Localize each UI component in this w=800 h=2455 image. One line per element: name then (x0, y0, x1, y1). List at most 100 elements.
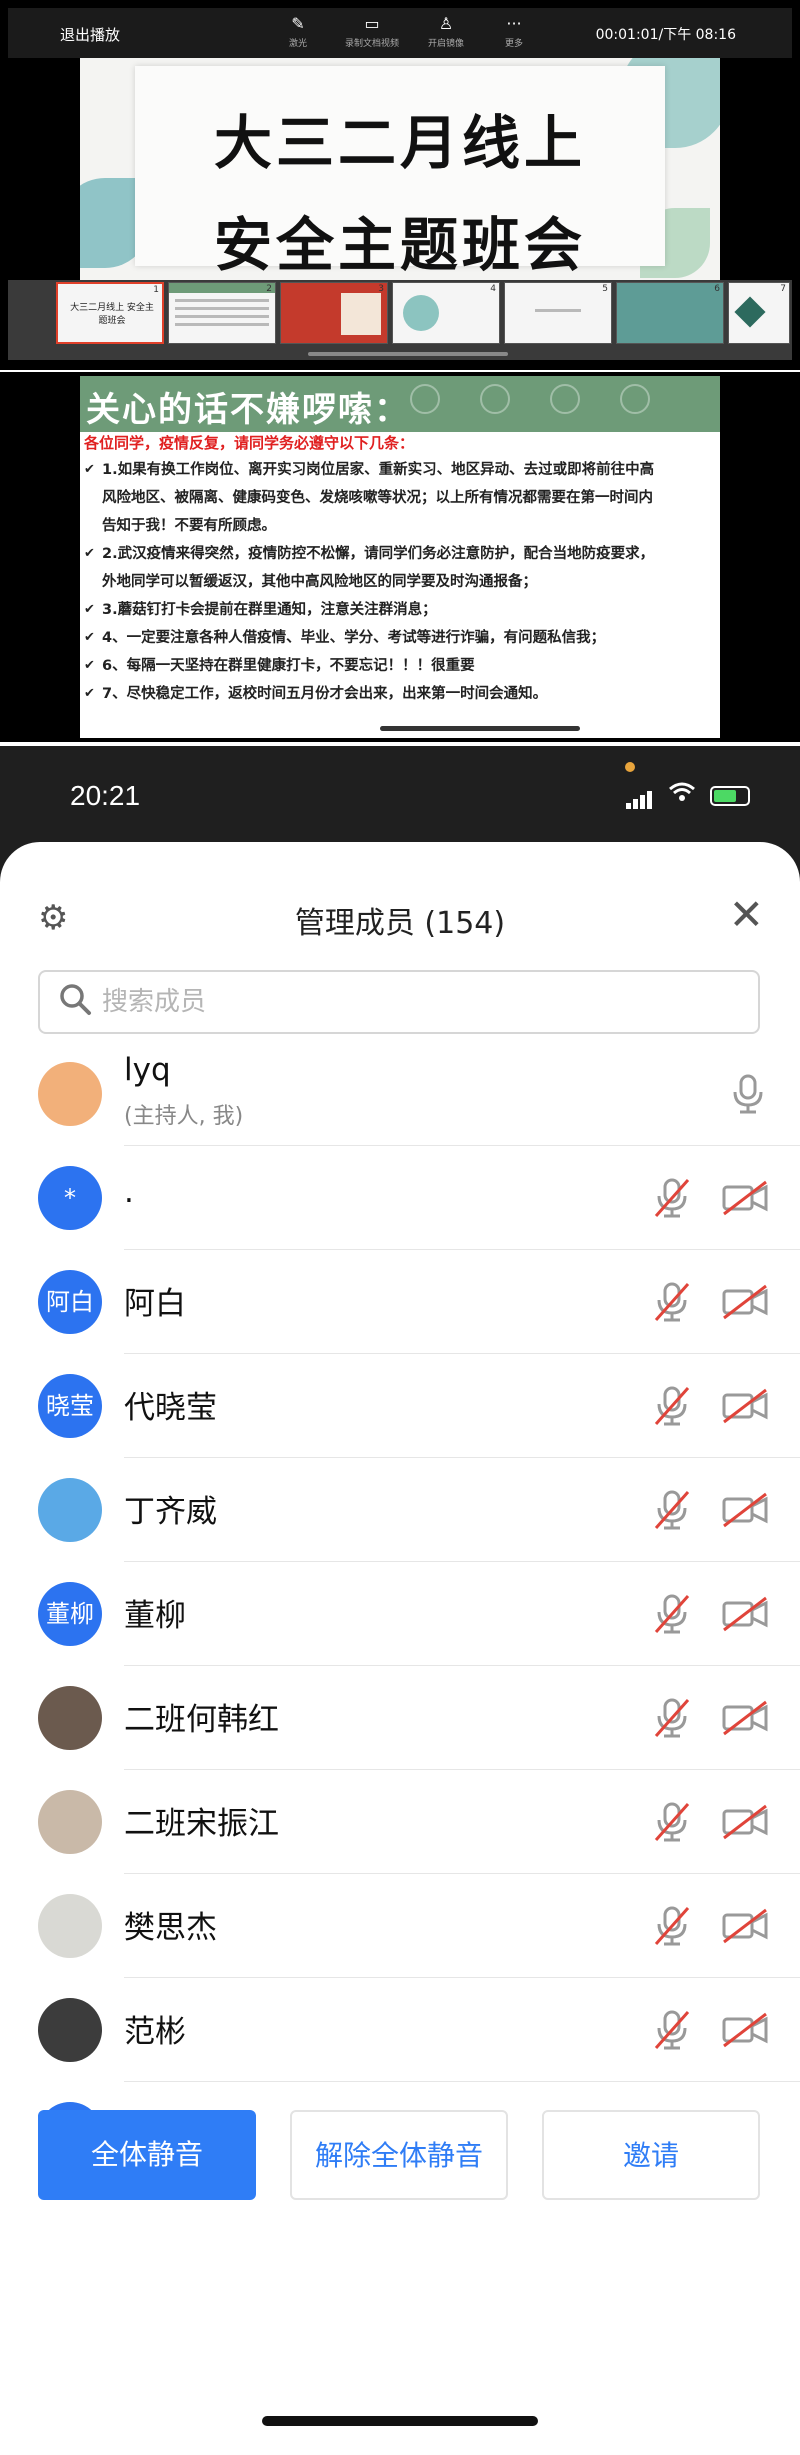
avatar: 董柳 (38, 1582, 102, 1646)
more-button[interactable]: ··· 更多 (474, 14, 554, 49)
search-input[interactable] (102, 980, 722, 1024)
laser-tool-button[interactable]: ✎ 激光 (258, 14, 338, 49)
avatar-initials: * (64, 1184, 76, 1212)
avatar-initials: 阿白 (46, 1288, 94, 1316)
thumb-line (175, 323, 269, 326)
record-doc-video-button[interactable]: ▭ 录制文档视频 (332, 14, 412, 49)
member-row[interactable]: 董柳 董柳 (0, 1562, 800, 1666)
slide-content[interactable]: 关心的话不嫌啰嗦： 各位同学，疫情反复，请同学务必遵守以下几条： 1.如果有换工… (80, 376, 720, 738)
avatar-initials: 晓莹 (46, 1392, 94, 1420)
microphone-icon[interactable] (650, 1696, 694, 1740)
close-icon[interactable]: ✕ (729, 894, 764, 936)
list-item: 2.武汉疫情来得突然，疫情防控不松懈，请同学们务必注意防护，配合当地防疫要求， (82, 540, 712, 568)
member-name: . (124, 1174, 134, 1210)
member-row[interactable]: 樊思杰 (0, 1874, 800, 1978)
thumbnail-scrollbar[interactable] (308, 352, 508, 356)
slide-title-line1: 大三二月线上 (213, 109, 586, 177)
member-list[interactable]: lyq (主持人, 我) * . 阿白 阿白 晓莹 代晓莹 丁齐威 董柳 董柳 … (0, 1042, 800, 2112)
thumbnail-strip[interactable]: 1 大三二月线上 安全主题班会 2 3 4 5 6 7 (8, 280, 792, 360)
slide-thumbnail[interactable]: 4 (392, 282, 500, 344)
camera-icon[interactable] (720, 1904, 770, 1948)
slide-view: 关心的话不嫌啰嗦： 各位同学，疫情反复，请同学务必遵守以下几条： 1.如果有换工… (0, 372, 800, 742)
slide-heading: 关心的话不嫌啰嗦： (86, 390, 410, 430)
slide-thumbnail[interactable]: 2 (168, 282, 276, 344)
slide-thumbnail[interactable]: 1 大三二月线上 安全主题班会 (56, 282, 164, 344)
player-toolbar: 退出播放 ✎ 激光 ▭ 录制文档视频 ♙ 开启镜像 ··· 更多 00:01:0… (8, 8, 792, 58)
slide-thumbnail[interactable]: 7 (728, 282, 790, 344)
tool-label: 录制文档视频 (344, 39, 399, 49)
thumb-figure (403, 295, 439, 331)
member-row[interactable]: lyq (主持人, 我) (0, 1042, 800, 1146)
camera-icon[interactable] (720, 1592, 770, 1636)
camera-icon[interactable] (720, 1800, 770, 1844)
decoration-icon (550, 384, 580, 414)
slide-title-line2: 安全主题班会 (213, 211, 586, 279)
slide-thumbnail[interactable]: 5 (504, 282, 612, 344)
microphone-icon[interactable] (650, 2008, 694, 2052)
thumb-line (535, 309, 581, 312)
tool-label: 激光 (288, 39, 307, 49)
thumb-number: 4 (490, 284, 496, 294)
thumb-line (175, 315, 269, 318)
slide-title-card: 大三二月线上 安全主题班会 (135, 66, 665, 279)
microphone-icon[interactable] (650, 1592, 694, 1636)
avatar: 阿白 (38, 1270, 102, 1334)
search-icon (60, 984, 91, 1015)
member-name: 丁齐威 (124, 1494, 217, 1530)
mute-all-button[interactable]: 全体静音 (38, 2110, 256, 2200)
camera-icon[interactable] (720, 1696, 770, 1740)
thumb-number: 2 (266, 284, 272, 294)
tool-label: 更多 (504, 39, 523, 49)
microphone-icon[interactable] (650, 1904, 694, 1948)
thumb-line (175, 307, 269, 310)
camera-icon[interactable] (720, 2008, 770, 2052)
member-row[interactable]: 二班宋振江 (0, 1770, 800, 1874)
thumb-number: 6 (714, 284, 720, 294)
microphone-icon[interactable] (650, 1384, 694, 1428)
exit-playback-button[interactable]: 退出播放 (60, 24, 120, 45)
decoration-icon (480, 384, 510, 414)
member-name: 二班宋振江 (124, 1806, 279, 1842)
member-name: 范彬 (124, 2014, 186, 2050)
member-name: 樊思杰 (124, 1910, 217, 1946)
bottom-actions: 全体静音 解除全体静音 邀请 (0, 2110, 800, 2250)
avatar (38, 1686, 102, 1750)
avatar: 晓莹 (38, 1374, 102, 1438)
presentation-player: 退出播放 ✎ 激光 ▭ 录制文档视频 ♙ 开启镜像 ··· 更多 00:01:0… (0, 0, 800, 370)
list-item: 告知于我！不要有所顾虑。 (102, 518, 276, 534)
camera-icon[interactable] (720, 1384, 770, 1428)
member-row[interactable]: 范彬 (0, 1978, 800, 2082)
microphone-icon[interactable] (650, 1176, 694, 1220)
avatar (38, 1062, 102, 1126)
list-item: 风险地区、被隔离、健康码变色、发烧咳嗽等状况；以上所有情况都需要在第一时间内 (102, 490, 653, 506)
thumb-line (175, 299, 269, 302)
list-item: 4、一定要注意各种人借疫情、毕业、学分、考试等进行诈骗，有问题私信我； (82, 624, 712, 652)
avatar (38, 1790, 102, 1854)
invite-button[interactable]: 邀请 (542, 2110, 760, 2200)
member-row[interactable]: * . (0, 1146, 800, 1250)
microphone-icon[interactable] (650, 1280, 694, 1324)
microphone-icon[interactable] (650, 1488, 694, 1532)
slide-thumbnail[interactable]: 3 (280, 282, 388, 344)
member-row[interactable]: 丁齐威 (0, 1458, 800, 1562)
scroll-handle[interactable] (380, 726, 580, 731)
member-row[interactable]: 柴旺 工程测量 柴旺 (0, 2082, 800, 2112)
notice-list: 1.如果有换工作岗位、离开实习岗位居家、重新实习、地区异动、去过或即将前往中高 … (82, 456, 712, 708)
camera-icon[interactable] (720, 1176, 770, 1220)
camera-icon[interactable] (720, 1280, 770, 1324)
member-row[interactable]: 晓莹 代晓莹 (0, 1354, 800, 1458)
member-row[interactable]: 二班何韩红 (0, 1666, 800, 1770)
slide-notice: 各位同学，疫情反复，请同学务必遵守以下几条： (84, 434, 415, 452)
slide-thumbnail[interactable]: 6 (616, 282, 724, 344)
microphone-icon[interactable] (650, 1800, 694, 1844)
current-slide[interactable]: 大三二月线上 安全主题班会 (80, 58, 720, 280)
unmute-all-button[interactable]: 解除全体静音 (290, 2110, 508, 2200)
member-name: 董柳 (124, 1598, 186, 1634)
microphone-icon[interactable] (726, 1072, 770, 1116)
decoration-icon (620, 384, 650, 414)
member-role: (主持人, 我) (124, 1104, 244, 1129)
home-indicator[interactable] (262, 2416, 538, 2426)
camera-icon[interactable] (720, 1488, 770, 1532)
search-box[interactable] (38, 970, 760, 1034)
member-row[interactable]: 阿白 阿白 (0, 1250, 800, 1354)
